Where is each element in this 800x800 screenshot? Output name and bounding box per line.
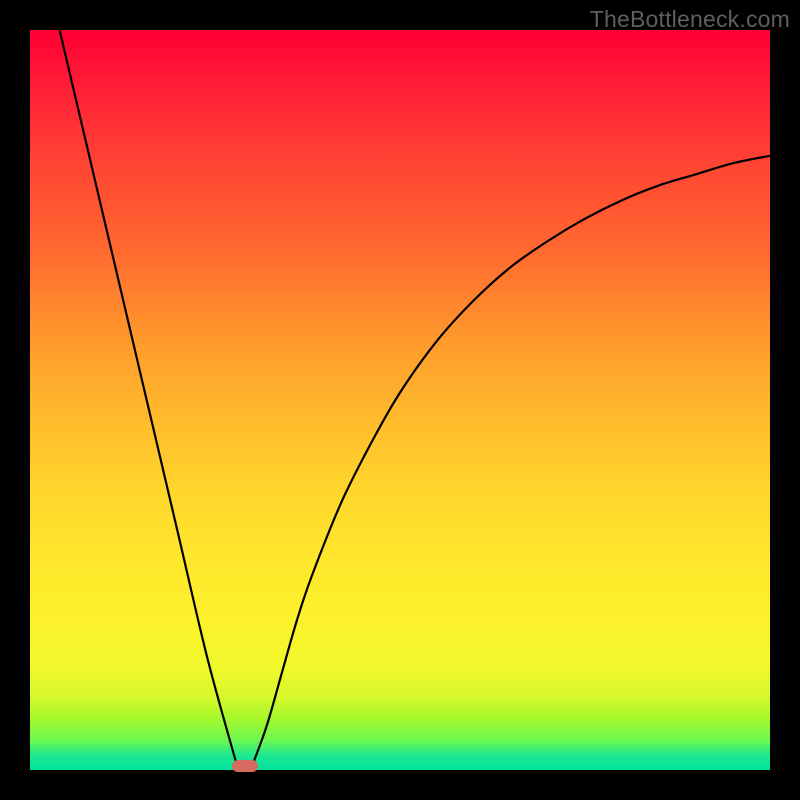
bottleneck-curve-plot (30, 30, 770, 770)
watermark-text: TheBottleneck.com (590, 6, 790, 33)
curve-right-branch (252, 156, 770, 767)
curve-left-branch (60, 30, 238, 766)
minimum-marker (232, 760, 258, 772)
chart-frame (30, 30, 770, 770)
